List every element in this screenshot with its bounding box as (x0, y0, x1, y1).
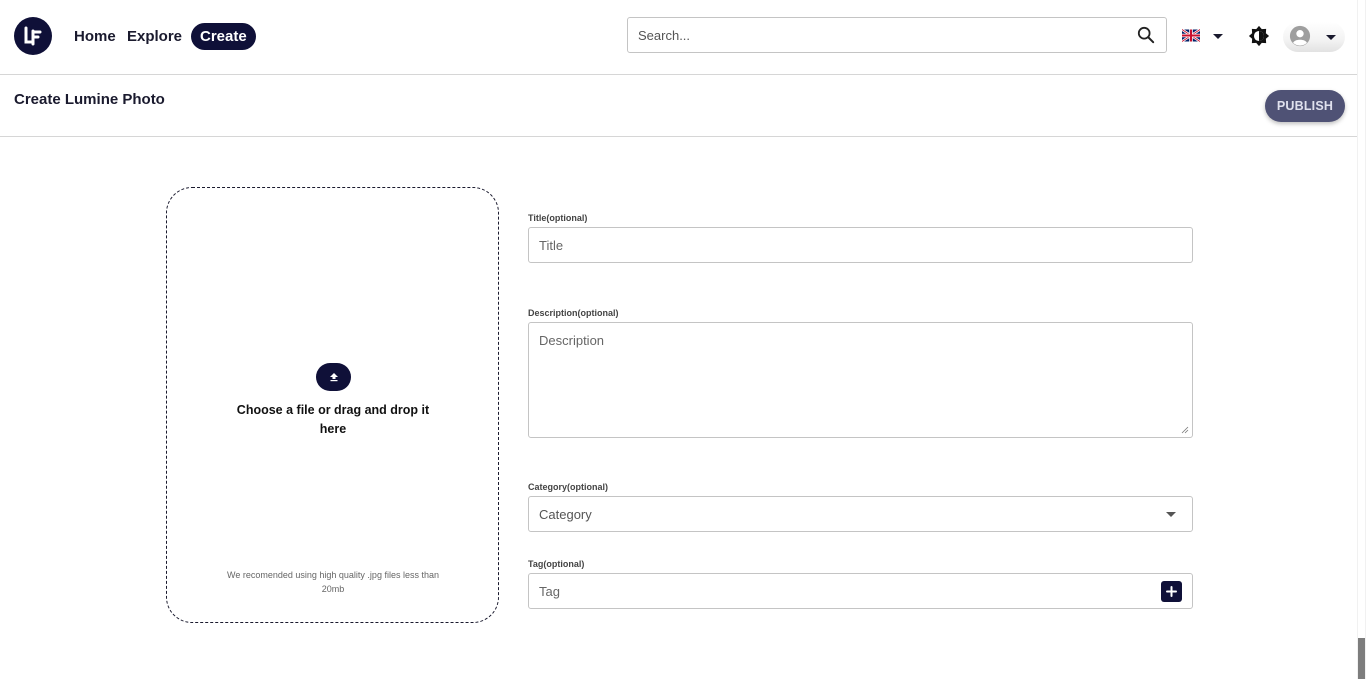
description-textarea[interactable] (529, 323, 1192, 437)
plus-icon (1166, 586, 1177, 597)
tag-field (528, 573, 1193, 609)
top-navbar: Home Explore Create (0, 0, 1357, 75)
title-field (528, 227, 1193, 263)
nav-home[interactable]: Home (74, 28, 116, 45)
brightness-icon[interactable] (1248, 25, 1270, 47)
publish-button[interactable]: PUBLISH (1265, 90, 1345, 122)
add-tag-button[interactable] (1161, 581, 1182, 602)
user-dropdown-caret-icon[interactable] (1326, 35, 1336, 40)
nav-create[interactable]: Create (191, 23, 256, 50)
search-input[interactable] (628, 18, 1118, 52)
page-header: Create Lumine Photo PUBLISH (0, 75, 1357, 137)
page: Home Explore Create Search... Create Lum… (0, 0, 1366, 679)
tag-label: Tag(optional) (528, 559, 585, 569)
language-dropdown-caret-icon[interactable] (1213, 34, 1223, 39)
logo-mark-icon (24, 26, 42, 46)
category-label: Category(optional) (528, 482, 608, 492)
dropzone-hint: We recomended using high quality .jpg fi… (227, 570, 439, 594)
dropzone-prompt: Choose a file or drag and drop it here (236, 403, 430, 436)
category-value: Category (539, 507, 592, 522)
chevron-down-icon (1166, 512, 1176, 517)
logo[interactable] (14, 17, 52, 55)
title-input[interactable] (529, 228, 1192, 262)
uk-flag-icon[interactable] (1182, 29, 1200, 42)
upload-button[interactable] (316, 363, 351, 391)
nav-explore[interactable]: Explore (127, 28, 182, 45)
resize-grip-icon[interactable] (1181, 426, 1189, 434)
scrollbar-area (1358, 0, 1365, 638)
title-label: Title(optional) (528, 213, 588, 223)
scrollbar-thumb[interactable] (1358, 638, 1365, 679)
search-box (627, 17, 1167, 53)
category-select[interactable]: Category (528, 496, 1193, 532)
file-dropzone[interactable]: Choose a file or drag and drop it here W… (166, 187, 499, 623)
tag-input[interactable] (529, 574, 1149, 608)
upload-icon (329, 373, 338, 382)
description-label: Description(optional) (528, 308, 619, 318)
description-field (528, 322, 1193, 438)
user-avatar-icon (1289, 25, 1311, 47)
search-icon[interactable] (1137, 26, 1155, 44)
page-title: Create Lumine Photo (14, 91, 165, 108)
